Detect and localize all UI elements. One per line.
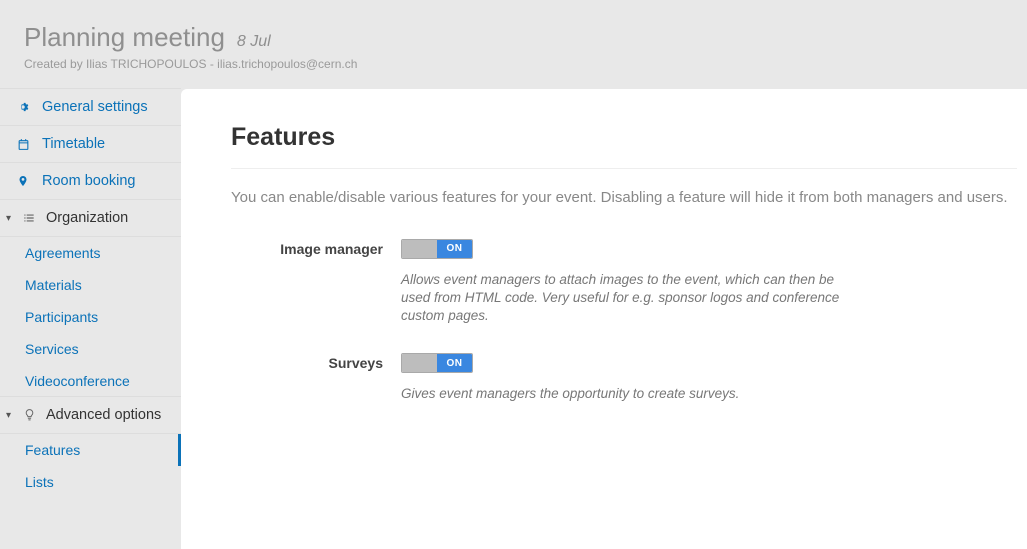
- nav-timetable[interactable]: Timetable: [0, 125, 181, 163]
- page-header: Planning meeting 8 Jul Created by Ilias …: [0, 0, 1027, 89]
- nav-sub-lists[interactable]: Lists: [0, 466, 181, 498]
- nav-section-label: Organization: [46, 210, 128, 226]
- pin-icon: [14, 174, 32, 188]
- toggle-on-side: ON: [437, 354, 472, 372]
- nav-sub-agreements[interactable]: Agreements: [0, 237, 181, 269]
- nav-sub-materials[interactable]: Materials: [0, 269, 181, 301]
- feature-label: Surveys: [231, 353, 401, 371]
- feature-description: Allows event managers to attach images t…: [401, 271, 841, 326]
- nav-room-booking[interactable]: Room booking: [0, 162, 181, 200]
- event-title: Planning meeting: [24, 22, 225, 53]
- caret-down-icon: ▾: [6, 213, 16, 224]
- nav-label: General settings: [42, 99, 148, 115]
- calendar-icon: [14, 138, 32, 151]
- caret-down-icon: ▾: [6, 410, 16, 421]
- list-icon: [20, 211, 38, 225]
- nav-sub-services[interactable]: Services: [0, 333, 181, 365]
- feature-image-manager: Image manager ON Allows event managers t…: [231, 239, 1027, 326]
- feature-surveys: Surveys ON Gives event managers the oppo…: [231, 353, 1027, 403]
- toggle-off-side: [402, 354, 437, 372]
- toggle-image-manager[interactable]: ON: [401, 239, 473, 259]
- feature-label: Image manager: [231, 239, 401, 257]
- nav-sub-participants[interactable]: Participants: [0, 301, 181, 333]
- feature-description: Gives event managers the opportunity to …: [401, 385, 841, 403]
- bulb-icon: [20, 408, 38, 422]
- gear-icon: [14, 100, 32, 114]
- nav-general-settings[interactable]: General settings: [0, 88, 181, 126]
- nav-sub-videoconference[interactable]: Videoconference: [0, 365, 181, 397]
- nav-section-advanced[interactable]: ▾ Advanced options: [0, 396, 181, 434]
- nav-section-label: Advanced options: [46, 407, 161, 423]
- content-area: Features You can enable/disable various …: [181, 89, 1027, 549]
- event-date: 8 Jul: [237, 33, 271, 51]
- nav-sub-features[interactable]: Features: [0, 434, 181, 466]
- page-intro: You can enable/disable various features …: [231, 187, 1011, 209]
- toggle-on-side: ON: [437, 240, 472, 258]
- event-creator: Created by Ilias TRICHOPOULOS - ilias.tr…: [24, 57, 1003, 71]
- nav-label: Room booking: [42, 173, 136, 189]
- page-title: Features: [231, 123, 1017, 169]
- nav-section-organization[interactable]: ▾ Organization: [0, 199, 181, 237]
- toggle-off-side: [402, 240, 437, 258]
- sidebar: General settings Timetable Room booking …: [0, 89, 181, 549]
- toggle-surveys[interactable]: ON: [401, 353, 473, 373]
- nav-label: Timetable: [42, 136, 105, 152]
